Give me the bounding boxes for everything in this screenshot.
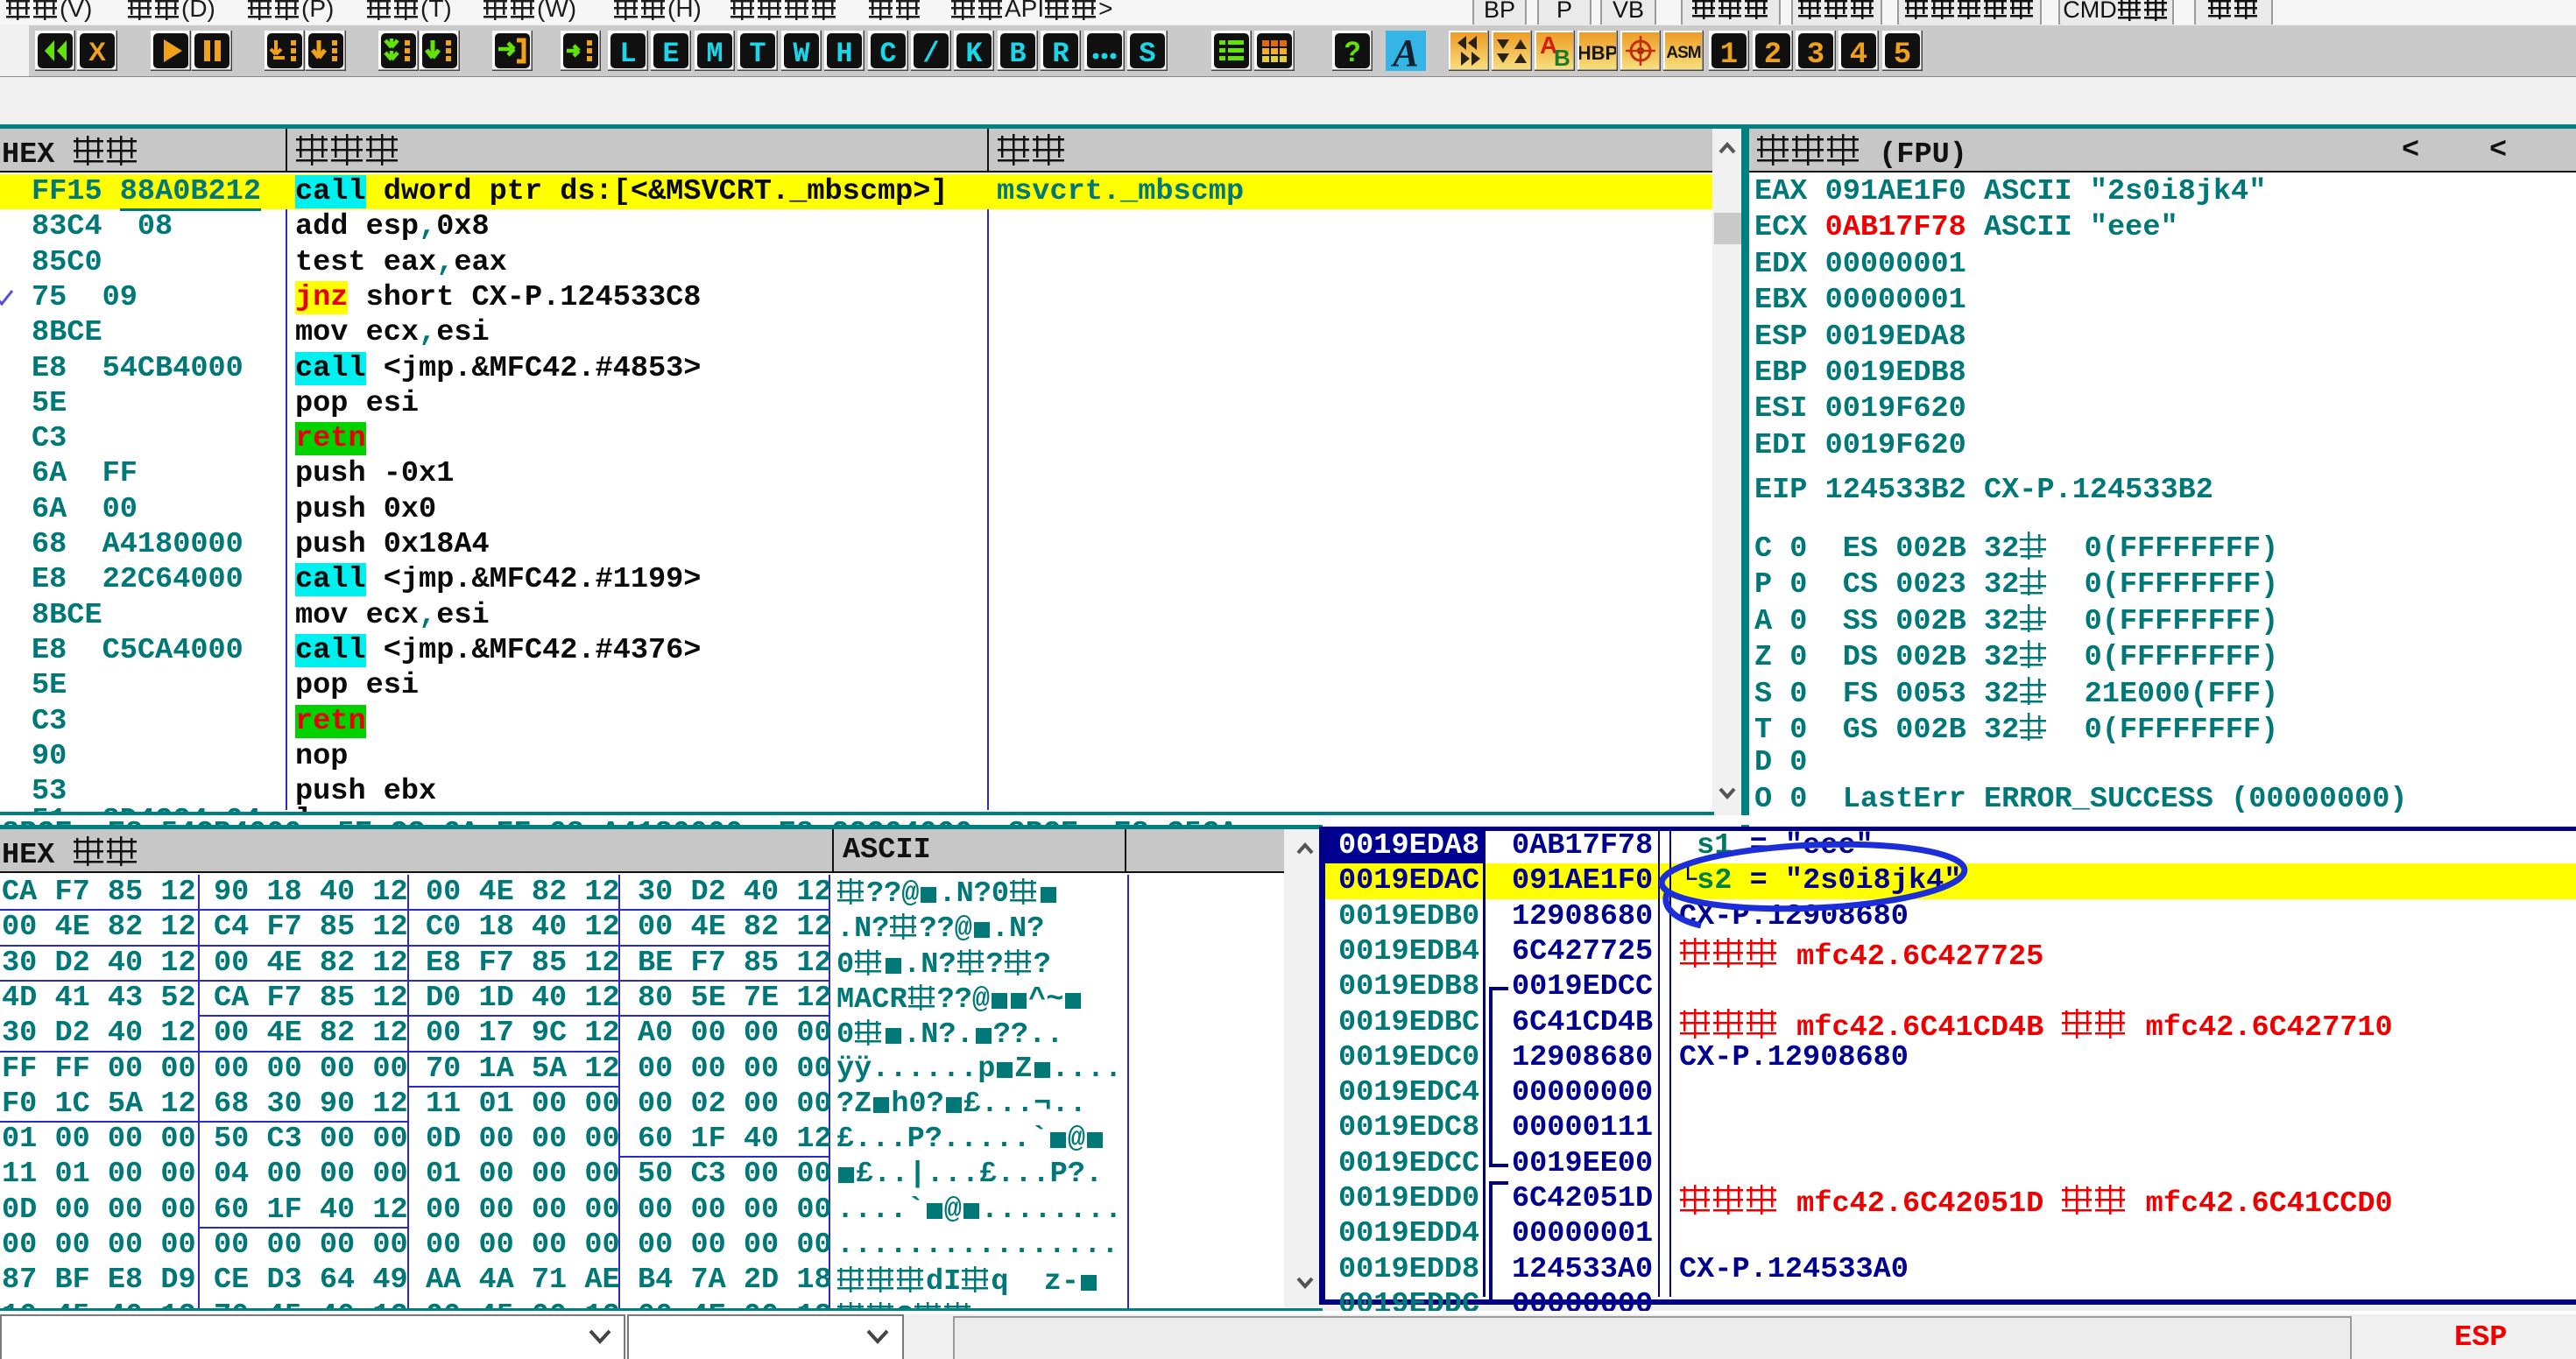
svg-text:5: 5 (1894, 39, 1911, 68)
svg-text:HBP: HBP (1579, 42, 1616, 64)
svg-text:B: B (1554, 45, 1570, 69)
svg-text:M: M (706, 38, 723, 68)
svg-text:W: W (793, 38, 810, 68)
svg-text:X: X (88, 38, 106, 67)
svg-text:L: L (619, 38, 636, 68)
svg-text:C: C (879, 38, 896, 68)
svg-text:K: K (965, 38, 983, 68)
svg-text:ASM: ASM (1666, 44, 1700, 62)
svg-text:H: H (836, 38, 852, 68)
svg-text:2: 2 (1764, 39, 1782, 68)
svg-text:3: 3 (1807, 39, 1824, 68)
svg-text:S: S (1139, 38, 1155, 68)
svg-text:R: R (1052, 38, 1069, 68)
svg-text:E: E (662, 38, 679, 68)
svg-text:1: 1 (1720, 39, 1738, 68)
svg-text:?: ? (1344, 36, 1361, 67)
svg-text:4: 4 (1850, 39, 1867, 68)
svg-text:B: B (1009, 38, 1026, 68)
svg-text:T: T (749, 38, 766, 68)
svg-text:/: / (922, 38, 939, 68)
svg-text:A: A (1390, 32, 1418, 71)
